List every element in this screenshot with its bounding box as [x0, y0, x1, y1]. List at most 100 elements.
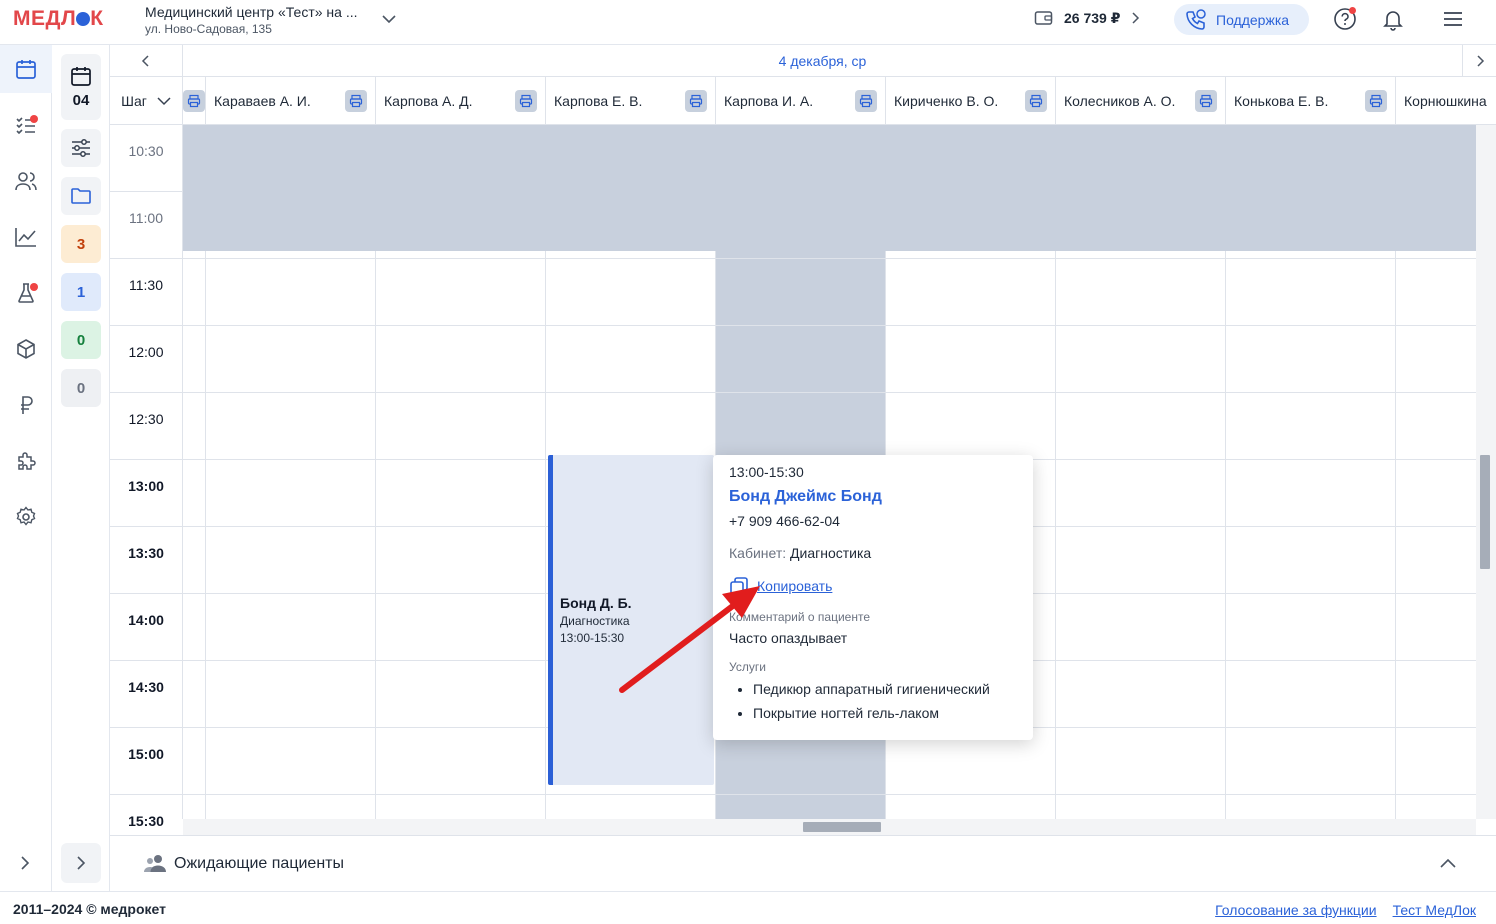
- chart-line-icon: [15, 228, 36, 247]
- print-button[interactable]: [1365, 90, 1387, 112]
- red-arrow-annotation: [619, 586, 760, 693]
- doctor-columns-header: Шаг Караваев А. И. Карпова А. Д. Карпова Е…: [110, 77, 1496, 125]
- print-icon: [349, 94, 363, 108]
- next-day-button[interactable]: [1462, 45, 1496, 77]
- counter-badge-blue[interactable]: 1: [61, 273, 101, 311]
- doctor-name: Карпова И. А.: [724, 93, 814, 109]
- support-label: Поддержка: [1216, 11, 1290, 28]
- filter-button[interactable]: [61, 129, 101, 167]
- balance-amount: 26 739 ₽: [1064, 9, 1121, 26]
- date-picker-button[interactable]: 04: [61, 54, 101, 120]
- nav-integrations[interactable]: [0, 437, 52, 485]
- print-icon: [187, 94, 201, 108]
- grid-row-line: [183, 258, 1476, 259]
- service-item: Покрытие ногтей гель-лаком: [753, 705, 990, 721]
- doctor-column-header[interactable]: Кириченко В. О.: [886, 77, 1056, 125]
- notification-dot: [30, 115, 38, 123]
- doctor-name: Кириченко В. О.: [894, 93, 999, 109]
- medlok-logo[interactable]: МЕДЛ К: [13, 7, 104, 31]
- time-label: 12:30: [110, 393, 182, 460]
- chevron-down-icon[interactable]: [381, 11, 397, 27]
- nav-finance[interactable]: [0, 381, 52, 429]
- print-button[interactable]: [855, 90, 877, 112]
- counter-badge-gray[interactable]: 0: [61, 369, 101, 407]
- time-label: 11:30: [110, 259, 182, 326]
- time-label: 12:00: [110, 326, 182, 393]
- current-date[interactable]: 4 декабря, ср: [183, 45, 1462, 77]
- phone-support-icon: [1186, 8, 1206, 30]
- expand-nav-chevron-icon[interactable]: [13, 851, 37, 875]
- print-icon: [859, 94, 873, 108]
- grid-row-line: [183, 325, 1476, 326]
- gear-icon: [16, 506, 36, 526]
- popup-cabinet: Кабинет: Диагностика: [729, 545, 871, 561]
- bell-icon[interactable]: [1381, 7, 1405, 31]
- folder-button[interactable]: [61, 177, 101, 215]
- nav-schedule[interactable]: [0, 45, 52, 93]
- waiting-patients-label: Ожидающие пациенты: [174, 855, 344, 872]
- doctor-column-header[interactable]: Карпова Е. В.: [546, 77, 716, 125]
- clinic-selector[interactable]: Медицинский центр «Тест» на ... ул. Ново…: [145, 3, 357, 37]
- print-button[interactable]: [685, 90, 707, 112]
- footer: 2011–2024 © медрокет Голосование за функ…: [0, 891, 1496, 924]
- vote-features-link[interactable]: Голосование за функции: [1215, 902, 1376, 918]
- doctor-column-header[interactable]: Колесников А. О.: [1056, 77, 1226, 125]
- support-button[interactable]: Поддержка: [1174, 4, 1309, 35]
- chevron-left-icon: [141, 55, 149, 67]
- grid-column-line: [545, 251, 546, 819]
- services-list: Педикюр аппаратный гигиенический Покрыти…: [753, 681, 990, 729]
- cabinet-label: Кабинет:: [729, 545, 787, 561]
- popup-phone: +7 909 466-62-04: [729, 513, 840, 529]
- calendar-icon: [71, 67, 91, 86]
- step-selector[interactable]: Шаг: [110, 77, 183, 125]
- waiting-patients-bar[interactable]: Ожидающие пациенты: [110, 835, 1496, 891]
- clinic-name: Медицинский центр «Тест» на ...: [145, 4, 358, 20]
- users-icon: [144, 855, 166, 872]
- print-button[interactable]: [515, 90, 537, 112]
- print-button[interactable]: [183, 90, 205, 112]
- vertical-scrollbar[interactable]: [1476, 125, 1496, 819]
- doctor-name: Колесников А. О.: [1064, 93, 1176, 109]
- users-icon: [15, 172, 37, 191]
- expand-tools-button[interactable]: [61, 843, 101, 883]
- time-column: 10:30 11:00 11:30 12:00 12:30 13:00 13:30 14:00…: [110, 125, 183, 829]
- print-icon: [1029, 94, 1043, 108]
- popup-patient-name[interactable]: Бонд Джеймс Бонд: [729, 488, 882, 506]
- counter-badge-orange[interactable]: 3: [61, 225, 101, 263]
- counter-badge-green[interactable]: 0: [61, 321, 101, 359]
- menu-icon[interactable]: [1441, 7, 1465, 31]
- horizontal-scrollbar[interactable]: [183, 819, 1476, 835]
- time-label: 14:30: [110, 661, 182, 728]
- doctor-column-header[interactable]: Караваев А. И.: [206, 77, 376, 125]
- prev-day-button[interactable]: [110, 45, 183, 77]
- print-icon: [1369, 94, 1383, 108]
- date-bar: 4 декабря, ср: [110, 45, 1496, 77]
- doctor-column-header[interactable]: Карпова И. А.: [716, 77, 886, 125]
- nav-settings[interactable]: [0, 493, 52, 541]
- doctor-column-header[interactable]: Карпова А. Д.: [376, 77, 546, 125]
- chevron-right-icon: [77, 856, 86, 870]
- scroll-thumb[interactable]: [1480, 455, 1490, 569]
- schedule-tools-column: 04 3 1 0 0: [52, 45, 110, 891]
- nav-analytics[interactable]: [0, 213, 52, 261]
- doctor-column-header[interactable]: Корнюшкина: [1396, 77, 1496, 125]
- chevron-up-icon[interactable]: [1438, 854, 1458, 874]
- nav-warehouse[interactable]: [0, 325, 52, 373]
- balance[interactable]: 26 739 ₽: [1034, 9, 1140, 27]
- print-button[interactable]: [1195, 90, 1217, 112]
- nav-patients[interactable]: [0, 157, 52, 205]
- print-button[interactable]: [345, 90, 367, 112]
- time-label: 15:00: [110, 728, 182, 795]
- service-item: Педикюр аппаратный гигиенический: [753, 681, 990, 697]
- doctor-name: Карпова А. Д.: [384, 93, 473, 109]
- help-icon[interactable]: [1333, 7, 1357, 31]
- folder-icon: [71, 188, 91, 204]
- nav-tasks[interactable]: [0, 101, 52, 149]
- nav-lab[interactable]: [0, 269, 52, 317]
- chevron-right-icon: [1132, 12, 1140, 24]
- cabinet-value: Диагностика: [790, 545, 872, 561]
- doctor-column-header[interactable]: Конькова Е. В.: [1226, 77, 1396, 125]
- test-medlok-link[interactable]: Тест МедЛок: [1393, 902, 1476, 918]
- print-button[interactable]: [1025, 90, 1047, 112]
- scroll-thumb[interactable]: [803, 822, 881, 832]
